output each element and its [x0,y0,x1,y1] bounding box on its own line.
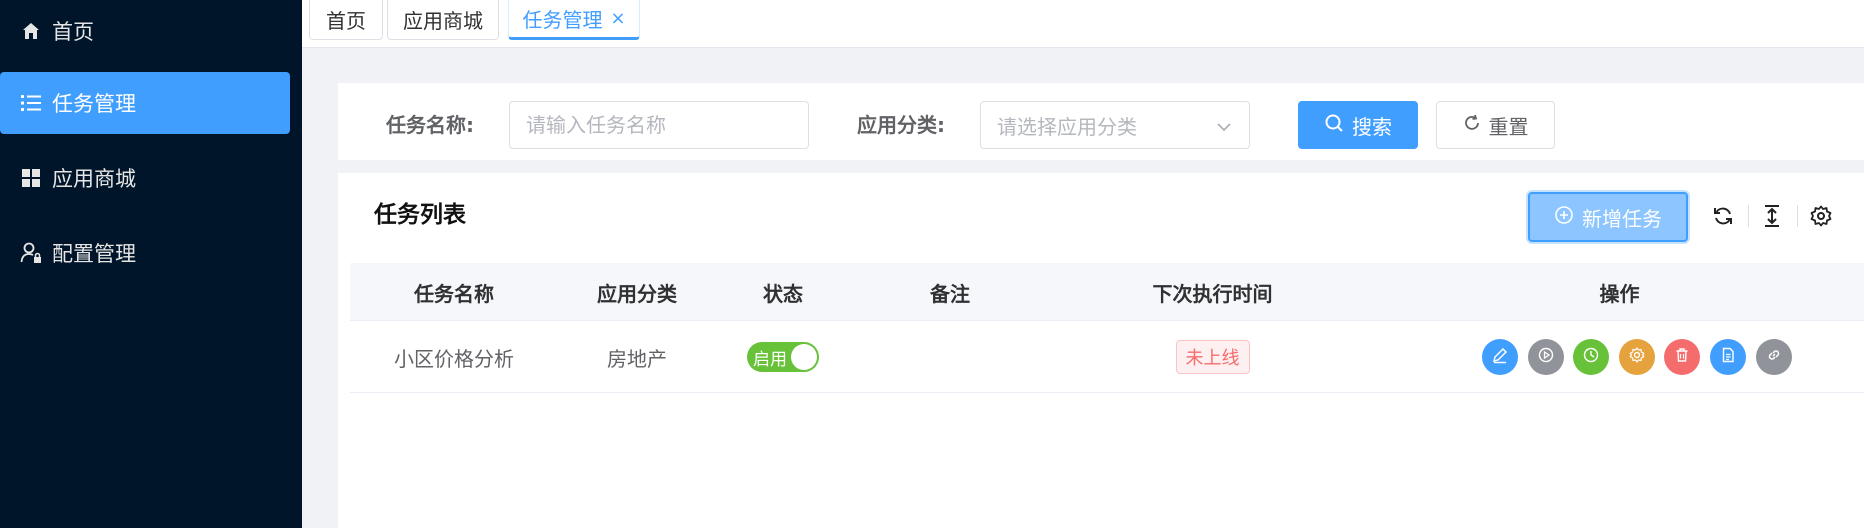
settings-button[interactable] [1619,339,1655,375]
trash-icon [1673,345,1691,369]
schedule-button[interactable] [1573,339,1609,375]
category-select[interactable]: 请选择应用分类 [980,101,1250,149]
list-icon [20,92,42,114]
sidebar-item-config[interactable]: 配置管理 [0,222,290,284]
search-button[interactable]: 搜索 [1298,101,1418,149]
sidebar-item-label: 应用商城 [52,167,136,191]
sidebar-item-task-management[interactable]: 任务管理 [0,72,290,134]
home-icon [20,20,42,42]
gear-icon[interactable] [1808,203,1834,229]
column-header: 备注 [930,281,970,306]
grid-icon [20,167,42,189]
sidebar-item-label: 首页 [52,20,94,44]
log-button[interactable] [1710,339,1746,375]
refresh-icon [1463,113,1489,137]
next-run-cell: 未上线 [1050,321,1375,393]
column-header: 下次执行时间 [1152,281,1273,306]
play-icon [1537,345,1555,369]
category-label: 应用分类: [857,113,945,137]
reset-button[interactable]: 重置 [1436,101,1555,149]
task-list-panel: 任务列表 新增任务 任务名称 应用分类 状态 备注 下次执行时间 操作 小区价格… [338,173,1864,528]
chevron-down-icon [1215,117,1233,141]
close-icon[interactable]: × [610,8,625,29]
user-lock-icon [20,242,42,264]
tab-label: 应用商城 [403,9,483,33]
column-header: 任务名称 [414,281,494,306]
add-task-button-label: 新增任务 [1582,206,1662,231]
column-height-icon[interactable] [1759,203,1785,229]
category-cell: 房地产 [607,346,667,371]
sidebar-item-app-store[interactable]: 应用商城 [0,147,290,209]
link-button[interactable] [1756,339,1792,375]
remark-cell [850,321,1050,393]
table-row: 小区价格分析 房地产 启用 未上线 [350,321,1864,393]
status-toggle-label: 启用 [753,350,787,370]
operations-cell [1375,321,1864,393]
sidebar: 首页 任务管理 应用商城 配置管理 [0,0,302,528]
task-name-input[interactable] [509,101,809,149]
task-name-label: 任务名称: [386,113,474,137]
tab-home[interactable]: 首页 [309,0,383,40]
column-header: 应用分类 [597,281,677,306]
divider [1748,205,1749,227]
panel-title: 任务列表 [374,202,466,228]
link-icon [1765,345,1783,369]
run-button[interactable] [1528,339,1564,375]
document-icon [1719,345,1737,369]
category-select-placeholder: 请选择应用分类 [997,114,1137,139]
sidebar-item-label: 任务管理 [52,92,136,116]
gear-icon [1628,345,1646,369]
sidebar-item-home[interactable]: 首页 [0,0,290,62]
tab-bar: 首页 应用商城 任务管理 × [302,0,1864,48]
task-name-cell: 小区价格分析 [394,346,514,371]
sidebar-item-label: 配置管理 [52,242,136,266]
search-button-label: 搜索 [1352,114,1392,139]
divider [1797,205,1798,227]
status-badge: 未上线 [1175,340,1250,374]
status-toggle[interactable]: 启用 [747,342,819,372]
status-cell: 启用 [716,321,850,393]
table-header: 任务名称 应用分类 状态 备注 下次执行时间 操作 [350,263,1864,321]
toggle-knob [791,344,817,370]
add-task-button[interactable]: 新增任务 [1528,192,1688,242]
column-header: 状态 [763,281,803,306]
reset-button-label: 重置 [1488,114,1529,139]
edit-button[interactable] [1482,339,1518,375]
tab-task-management[interactable]: 任务管理 × [508,0,640,40]
tab-label: 首页 [326,9,366,33]
tab-label: 任务管理 [522,8,603,32]
tab-app-store[interactable]: 应用商城 [387,0,499,40]
refresh-icon[interactable] [1710,203,1736,229]
delete-button[interactable] [1664,339,1700,375]
search-panel: 任务名称: 应用分类: 请选择应用分类 搜索 重置 [338,83,1864,160]
plus-circle-icon [1554,205,1582,230]
clock-icon [1582,345,1600,369]
column-header: 操作 [1599,281,1640,306]
edit-icon [1491,345,1509,369]
search-icon [1324,113,1352,138]
